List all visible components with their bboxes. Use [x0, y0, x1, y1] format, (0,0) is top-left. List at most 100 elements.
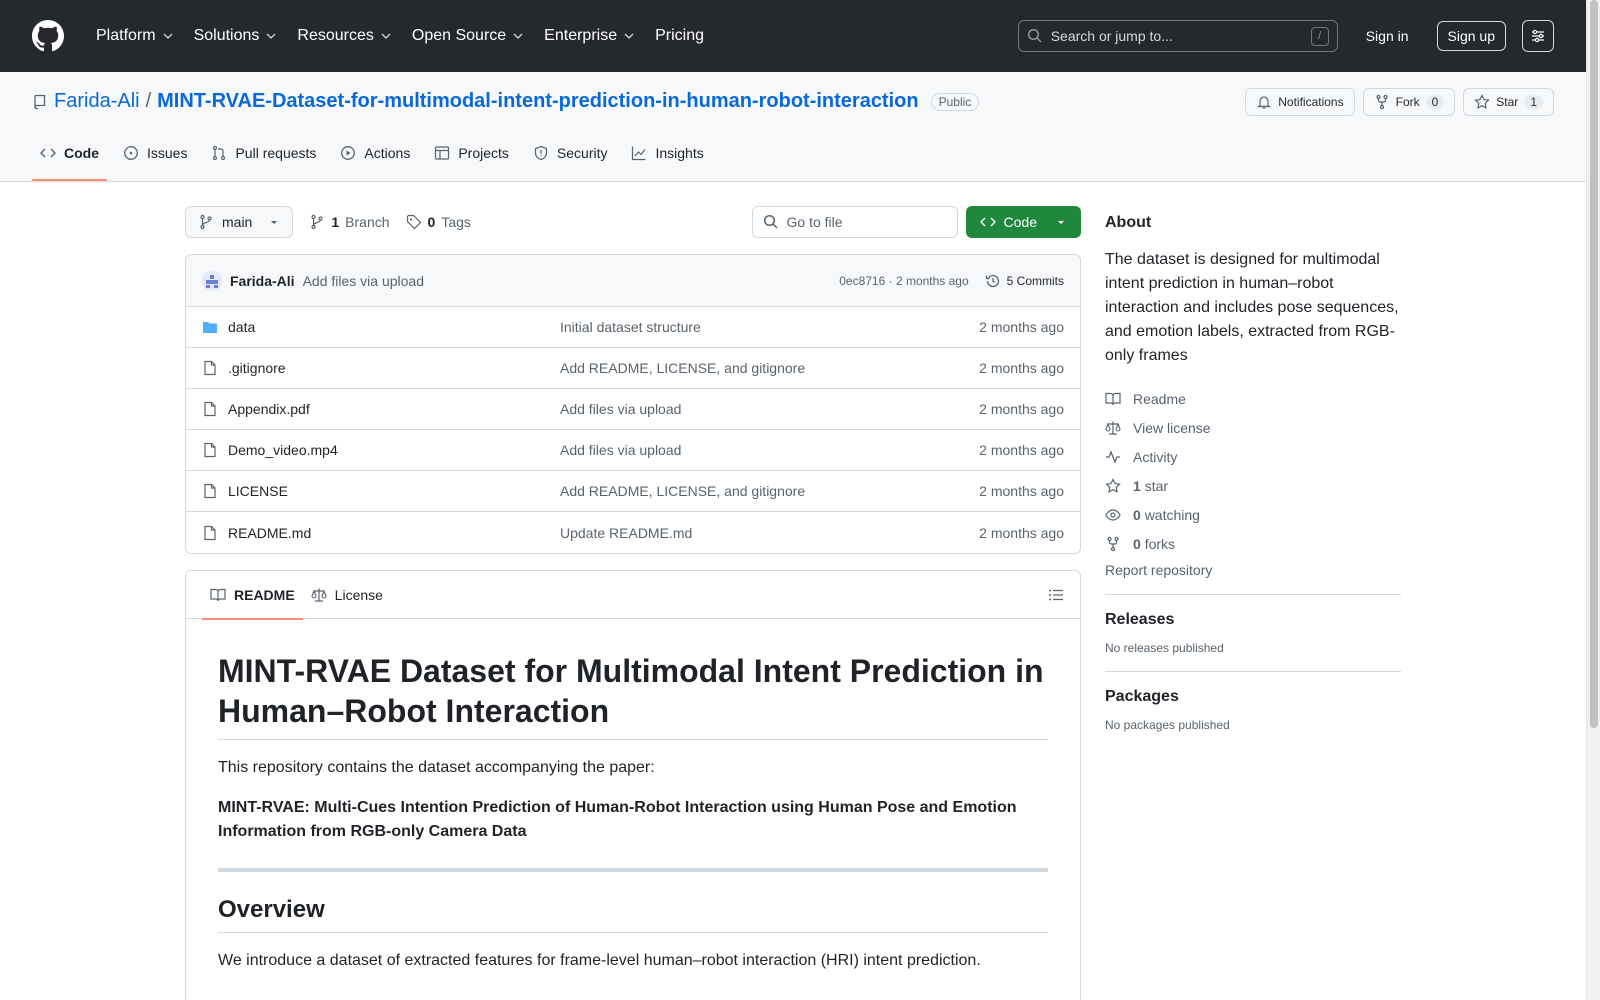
file-commit-link[interactable]: Add README, LICENSE, and gitignore [560, 483, 979, 499]
file-row[interactable]: LICENSE Add README, LICENSE, and gitigno… [186, 471, 1080, 512]
tab-issues[interactable]: Issues [115, 134, 195, 172]
releases-heading[interactable]: Releases [1105, 611, 1401, 629]
identicon-icon [206, 274, 218, 288]
nav-label: Platform [96, 27, 156, 44]
nav-label: Pricing [655, 27, 704, 44]
top-nav: Platform Solutions Resources Open Source… [88, 19, 712, 53]
file-name-link[interactable]: LICENSE [228, 483, 560, 499]
search-icon [763, 214, 778, 229]
tab-pull-requests[interactable]: Pull requests [203, 134, 324, 172]
file-row[interactable]: Demo_video.mp4 Add files via upload 2 mo… [186, 430, 1080, 471]
repo-icon [34, 94, 46, 109]
tab-readme[interactable]: README [202, 571, 303, 620]
file-commit-link[interactable]: Add files via upload [560, 401, 979, 417]
nav-platform[interactable]: Platform [88, 19, 182, 53]
search-placeholder: Search or jump to... [1050, 28, 1173, 44]
forks-link[interactable]: 0 forks [1105, 529, 1401, 558]
menu-button[interactable] [1522, 20, 1554, 52]
caret-down-icon [271, 221, 278, 224]
commit-hash-time[interactable]: 0ec8716 · 2 months ago [839, 274, 968, 288]
outline-button[interactable] [1048, 587, 1064, 603]
star-button[interactable]: Star 1 [1463, 88, 1554, 116]
releases-section: Releases No releases published [1105, 595, 1401, 672]
tags-link[interactable]: 0 Tags [406, 214, 471, 230]
packages-heading[interactable]: Packages [1105, 688, 1401, 706]
global-search-input[interactable]: Search or jump to... / [1017, 20, 1338, 52]
file-name-link[interactable]: Appendix.pdf [228, 401, 560, 417]
tag-count: 0 [427, 214, 436, 230]
repo-owner-link[interactable]: Farida-Ali [54, 90, 140, 113]
file-age: 2 months ago [979, 483, 1064, 499]
nav-resources[interactable]: Resources [289, 19, 399, 53]
page-scrollbar[interactable] [1586, 0, 1600, 1000]
go-to-file-input[interactable]: Go to file [751, 206, 958, 238]
stars-link[interactable]: 1 star [1105, 471, 1401, 500]
branch-selector[interactable]: main [185, 206, 294, 238]
nav-label: Open Source [411, 27, 507, 44]
file-row[interactable]: README.md Update README.md 2 months ago [186, 512, 1080, 553]
tab-license[interactable]: License [303, 571, 391, 619]
tab-label: Actions [364, 145, 411, 161]
file-browser: Farida-Ali Add files via upload 0ec8716 … [185, 254, 1081, 554]
file-commit-link[interactable]: Add README, LICENSE, and gitignore [560, 360, 979, 376]
book-icon [1105, 392, 1121, 405]
stars-count: 1 [1133, 477, 1141, 494]
book-icon [210, 588, 226, 601]
notifications-label: Notifications [1278, 95, 1344, 109]
file-name-link[interactable]: .gitignore [228, 360, 560, 376]
license-link[interactable]: View license [1105, 413, 1401, 442]
report-repository-link[interactable]: Report repository [1105, 562, 1401, 595]
code-icon [979, 217, 996, 227]
readme-link[interactable]: Readme [1105, 384, 1401, 413]
watching-link[interactable]: 0 watching [1105, 500, 1401, 529]
pulse-icon [1106, 449, 1120, 464]
about-description: The dataset is designed for multimodal i… [1105, 251, 1399, 364]
repo-name-link[interactable]: MINT-RVAE-Dataset-for-multimodal-intent-… [157, 90, 918, 113]
nav-pricing[interactable]: Pricing [647, 19, 712, 53]
commits-history-link[interactable]: 5 Commits [985, 273, 1064, 289]
branches-link[interactable]: 1 Branch [309, 214, 390, 230]
avatar[interactable] [202, 270, 222, 291]
notifications-button[interactable]: Notifications [1245, 88, 1355, 116]
sign-up-button[interactable]: Sign up [1436, 21, 1506, 51]
branch-icon [200, 214, 212, 230]
commit-author-link[interactable]: Farida-Ali [230, 273, 295, 289]
latest-commit: Farida-Ali Add files via upload 0ec8716 … [186, 255, 1080, 307]
file-age: 2 months ago [979, 401, 1064, 417]
repo-actions: Notifications Fork 0 Star 1 [1245, 88, 1554, 116]
file-row[interactable]: .gitignore Add README, LICENSE, and giti… [186, 348, 1080, 389]
github-logo-icon[interactable] [32, 20, 64, 52]
tab-label: Security [556, 145, 608, 161]
file-name-link[interactable]: Demo_video.mp4 [228, 442, 560, 458]
file-commit-link[interactable]: Initial dataset structure [560, 319, 979, 335]
tab-insights[interactable]: Insights [623, 134, 711, 172]
chevron-down-icon [266, 33, 276, 39]
readme-tabs: README License [186, 571, 1080, 620]
file-row[interactable]: data Initial dataset structure 2 months … [186, 307, 1080, 348]
code-dropdown-button[interactable]: Code [965, 206, 1081, 238]
file-row[interactable]: Appendix.pdf Add files via upload 2 mont… [186, 389, 1080, 430]
tag-label: Tags [441, 214, 471, 230]
history-icon [985, 274, 999, 287]
repo-tabs: Code Issues Pull requests Actions Projec… [32, 134, 720, 181]
tab-projects[interactable]: Projects [426, 134, 517, 172]
file-name-link[interactable]: README.md [228, 525, 560, 541]
commit-message-link[interactable]: Add files via upload [303, 273, 424, 289]
sign-in-link[interactable]: Sign in [1354, 22, 1421, 50]
readme-paper-title: MINT-RVAE: Multi-Cues Intention Predicti… [218, 799, 1017, 840]
tab-actions[interactable]: Actions [332, 134, 418, 172]
file-commit-link[interactable]: Update README.md [560, 525, 979, 541]
code-icon [40, 148, 56, 158]
nav-solutions[interactable]: Solutions [186, 19, 286, 53]
fork-button[interactable]: Fork 0 [1362, 88, 1456, 116]
activity-link[interactable]: Activity [1105, 442, 1401, 471]
tab-code[interactable]: Code [32, 134, 107, 181]
file-name-link[interactable]: data [228, 319, 560, 335]
nav-enterprise[interactable]: Enterprise [536, 19, 643, 53]
tab-security[interactable]: Security [525, 134, 616, 172]
nav-open-source[interactable]: Open Source [404, 19, 532, 53]
global-header: Platform Solutions Resources Open Source… [0, 0, 1586, 72]
scrollbar-thumb[interactable] [1590, 0, 1598, 728]
file-commit-link[interactable]: Add files via upload [560, 442, 979, 458]
branch-icon [311, 214, 323, 230]
